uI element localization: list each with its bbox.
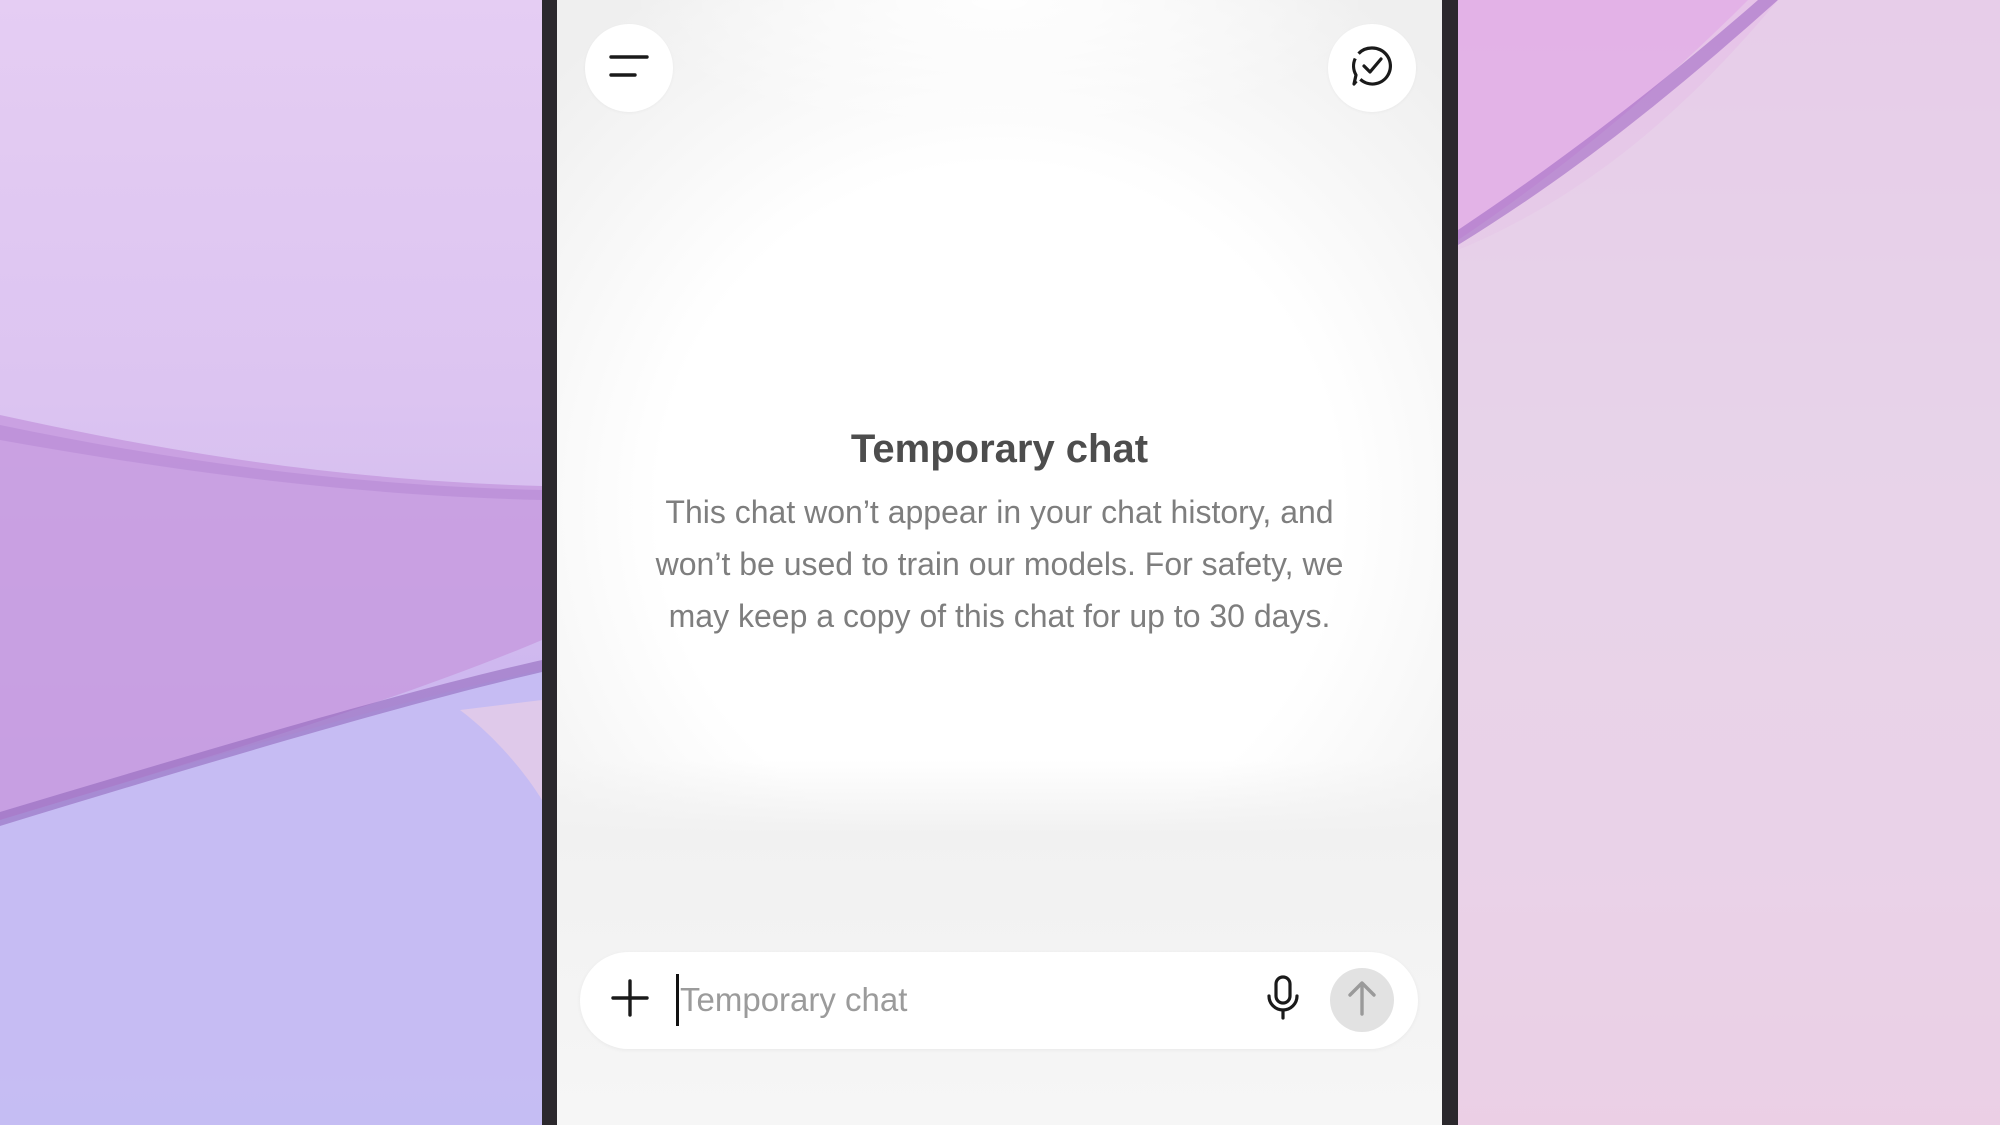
message-composer [580,952,1418,1049]
temporary-chat-toggle[interactable] [1328,24,1416,112]
message-input[interactable] [676,974,1220,1026]
chat-screen: Temporary chat This chat won’t appear in… [557,0,1442,1125]
attach-button[interactable] [602,972,658,1028]
microphone-icon [1263,974,1303,1027]
send-button[interactable] [1330,968,1394,1032]
top-gradient [557,0,1442,200]
screenshot-stage: Temporary chat This chat won’t appear in… [0,0,2000,1125]
temporary-chat-notice: Temporary chat This chat won’t appear in… [597,418,1402,642]
plus-icon [610,978,650,1023]
arrow-up-icon [1345,979,1379,1022]
wallpaper-right [1458,0,2000,1125]
voice-input-button[interactable] [1255,972,1311,1028]
chat-check-icon [1350,44,1394,93]
notice-title: Temporary chat [850,427,1149,471]
text-caret [676,974,679,1026]
menu-button[interactable] [585,24,673,112]
menu-lines-icon [609,53,649,84]
wallpaper-left [0,0,542,1125]
notice-description: This chat won’t appear in your chat hist… [655,494,1344,634]
bottom-gradient [557,760,1442,1125]
